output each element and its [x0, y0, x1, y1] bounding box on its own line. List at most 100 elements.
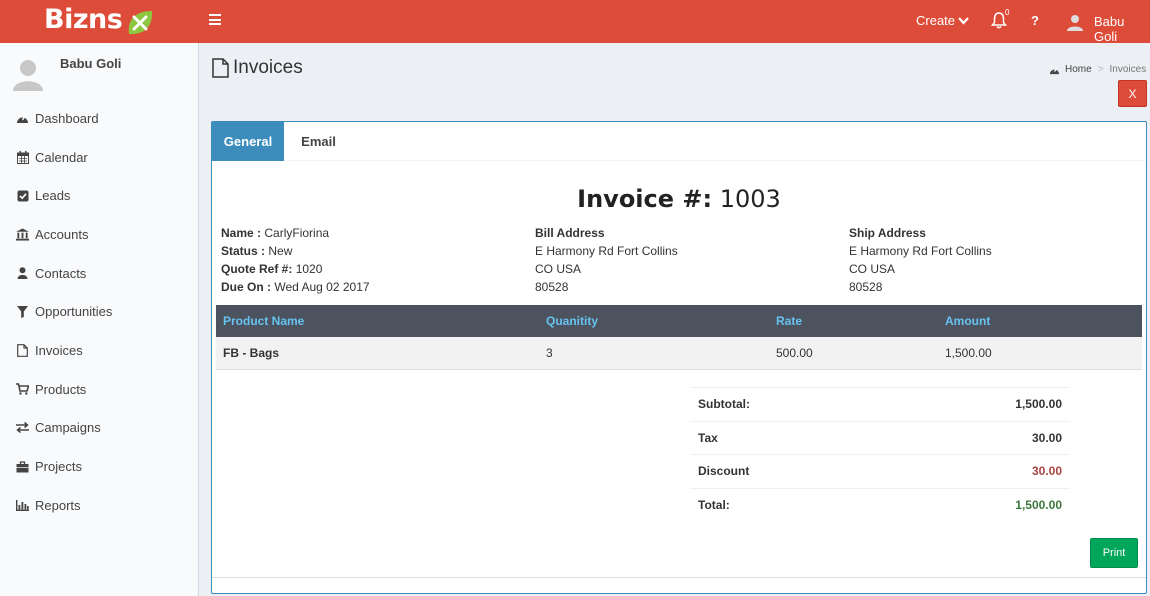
menu-toggle-icon[interactable]: [209, 14, 221, 28]
user-icon: [16, 267, 29, 280]
sidebar-item-products[interactable]: Products: [0, 370, 198, 409]
rate-cell: 500.00: [769, 337, 938, 370]
close-button[interactable]: X: [1118, 80, 1147, 107]
quantity-cell: 3: [539, 337, 769, 370]
brand-name[interactable]: Bizns: [44, 4, 123, 35]
panel-footer-divider: [212, 577, 1146, 578]
name-value: CarlyFiorina: [264, 226, 330, 240]
due-on-label: Due On :: [221, 280, 271, 294]
product-name-cell: FB - Bags: [216, 337, 539, 370]
avatar-icon: [13, 60, 43, 91]
bank-icon: [16, 228, 29, 241]
sidebar-item-accounts[interactable]: Accounts: [0, 215, 198, 254]
total-value: 1,500.00: [1015, 497, 1062, 512]
invoice-number: 1003: [719, 185, 781, 213]
tab-email[interactable]: Email: [284, 122, 353, 161]
quote-ref-label: Quote Ref #:: [221, 262, 293, 276]
sidebar-item-projects[interactable]: Projects: [0, 447, 198, 486]
tax-row: Tax 30.00: [690, 420, 1070, 455]
total-label: Total:: [698, 497, 730, 512]
sidebar-item-contacts[interactable]: Contacts: [0, 254, 198, 293]
dashboard-icon: [16, 112, 29, 125]
sidebar-item-label: Campaigns: [35, 420, 101, 436]
column-header: Amount: [938, 305, 1142, 337]
sidebar-item-label: Products: [35, 381, 87, 397]
breadcrumb-home-link[interactable]: Home: [1065, 64, 1092, 75]
sidebar-item-reports[interactable]: Reports: [0, 486, 198, 525]
column-header: Quanitity: [539, 305, 769, 337]
dashboard-icon: [1049, 67, 1060, 74]
name-label: Name :: [221, 226, 262, 240]
bar-chart-icon: [16, 499, 29, 512]
sidebar-item-label: Leads: [35, 188, 71, 204]
user-menu[interactable]: Babu Goli: [1094, 14, 1150, 44]
discount-row: Discount 30.00: [690, 454, 1070, 488]
subtotal-value: 1,500.00: [1015, 397, 1062, 412]
top-navbar: Bizns Create 0 ? Babu Goli: [0, 0, 1150, 44]
bill-address-line: E Harmony Rd Fort Collins: [535, 244, 678, 258]
create-dropdown-button[interactable]: Create: [916, 13, 969, 28]
quote-ref-value: 1020: [295, 262, 323, 276]
sidebar-item-opportunities[interactable]: Opportunities: [0, 292, 198, 331]
tax-label: Tax: [698, 430, 718, 445]
ship-address-heading: Ship Address: [849, 226, 926, 240]
avatar-icon[interactable]: [1066, 13, 1084, 31]
notification-count: 0: [1005, 8, 1010, 17]
tax-value: 30.00: [1031, 430, 1062, 445]
ship-address-line: 80528: [849, 280, 883, 294]
filter-icon: [16, 305, 29, 318]
brand-logo-area[interactable]: Bizns: [0, 0, 198, 43]
ship-address-line: E Harmony Rd Fort Collins: [849, 244, 992, 258]
tab-general[interactable]: General: [212, 122, 284, 161]
invoice-items-table: Product Name Quanitity Rate Amount FB - …: [216, 305, 1142, 370]
bill-address-line: 80528: [535, 280, 569, 294]
sidebar-item-label: Accounts: [35, 226, 89, 242]
due-on-value: Wed Aug 02 2017: [274, 280, 370, 294]
help-button[interactable]: ?: [1031, 13, 1039, 28]
sidebar-item-label: Projects: [35, 459, 82, 475]
invoice-panel: General Email Invoice #: 1003 Name : Car…: [211, 121, 1147, 594]
invoice-details: Name : CarlyFiorina Status : New Quote R…: [221, 224, 370, 296]
sidebar-item-dashboard[interactable]: Dashboard: [0, 99, 198, 138]
sidebar-item-label: Contacts: [35, 265, 87, 281]
table-header-row: Product Name Quanitity Rate Amount: [216, 305, 1142, 337]
create-label: Create: [916, 13, 956, 28]
print-button[interactable]: Print: [1090, 538, 1138, 568]
table-row: FB - Bags 3 500.00 1,500.00: [216, 337, 1142, 370]
sidebar: Babu Goli Dashboard Calendar Leads Accou…: [0, 43, 199, 596]
file-icon: [16, 344, 29, 357]
sidebar-nav: Dashboard Calendar Leads Accounts Contac…: [0, 99, 198, 525]
breadcrumb-separator: >: [1097, 64, 1104, 75]
sidebar-item-label: Reports: [35, 497, 81, 513]
invoice-title: Invoice #: 1003: [212, 185, 1146, 213]
ship-address: Ship Address E Harmony Rd Fort Collins C…: [849, 224, 992, 296]
subtotal-row: Subtotal: 1,500.00: [690, 387, 1070, 421]
total-row: Total: 1,500.00: [690, 487, 1070, 522]
sidebar-item-label: Dashboard: [35, 110, 99, 126]
status-value: New: [268, 244, 293, 258]
exchange-icon: [16, 421, 29, 434]
ship-address-line: CO USA: [849, 262, 896, 276]
cart-icon: [16, 383, 29, 396]
column-header: Product Name: [216, 305, 539, 337]
sidebar-item-calendar[interactable]: Calendar: [0, 138, 198, 177]
bill-address-heading: Bill Address: [535, 226, 605, 240]
file-icon: [212, 58, 229, 78]
chevron-down-icon: [958, 13, 969, 28]
sidebar-item-leads[interactable]: Leads: [0, 176, 198, 215]
breadcrumb: Home > Invoices: [1049, 64, 1146, 75]
check-square-icon: [16, 189, 29, 202]
column-header: Rate: [769, 305, 938, 337]
sidebar-item-campaigns[interactable]: Campaigns: [0, 409, 198, 448]
bill-address: Bill Address E Harmony Rd Fort Collins C…: [535, 224, 678, 296]
status-label: Status :: [221, 244, 266, 258]
sidebar-item-label: Calendar: [35, 149, 88, 165]
sidebar-user-name: Babu Goli: [60, 56, 122, 71]
tab-bar: General Email: [212, 122, 1146, 161]
bill-address-line: CO USA: [535, 262, 582, 276]
sidebar-item-invoices[interactable]: Invoices: [0, 331, 198, 370]
breadcrumb-current: Invoices: [1109, 64, 1147, 75]
totals-summary: Subtotal: 1,500.00 Tax 30.00 Discount 30…: [690, 387, 1070, 521]
subtotal-label: Subtotal:: [698, 397, 750, 412]
discount-label: Discount: [698, 464, 750, 479]
